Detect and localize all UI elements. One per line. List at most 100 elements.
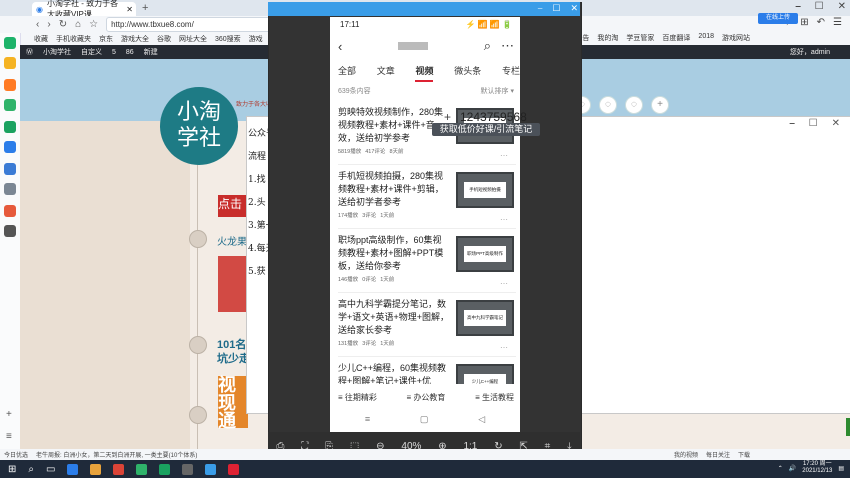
taskbar-app-icon[interactable] bbox=[228, 463, 240, 475]
tab-articles[interactable]: 文章 bbox=[377, 64, 395, 82]
more-icon[interactable]: ⋯ bbox=[500, 343, 508, 352]
video-card[interactable]: 职场ppt高级制作，60集视频教程+素材+图解+PPT模板，送给你参考 146播… bbox=[338, 234, 516, 290]
wordpress-icon[interactable]: Ⓦ bbox=[26, 47, 33, 57]
admin-bar-item[interactable]: 新建 bbox=[144, 47, 158, 57]
taskbar-app-icon[interactable] bbox=[67, 463, 79, 475]
notification-icon[interactable]: ▤ bbox=[838, 465, 844, 472]
url-input[interactable]: http://www.tbxue8.com/ bbox=[106, 17, 283, 32]
tab-close-icon[interactable]: ✕ bbox=[126, 5, 133, 14]
sidebar-game-icon[interactable] bbox=[4, 205, 16, 217]
video-card[interactable]: 高中九科学霸提分笔记，数学+语文+英语+物理+图解，送给家长参考 131播放 3… bbox=[338, 298, 516, 354]
video-card[interactable]: 手机短视频拍摄，280集视频教程+素材+课件+剪辑，送给初学者参考 174播放 … bbox=[338, 170, 516, 226]
back-icon[interactable]: ‹ bbox=[36, 19, 39, 30]
reload-icon[interactable]: ↻ bbox=[59, 19, 67, 30]
close-icon[interactable]: ✕ bbox=[832, 118, 840, 129]
sidebar-doc-icon[interactable] bbox=[4, 183, 16, 195]
status-text[interactable]: 老牛周报: 白洲小女，第二天到白洲开展, 一类主要(10个体系) bbox=[36, 450, 197, 459]
taskbar-wechat-icon[interactable] bbox=[136, 463, 148, 475]
sidebar-p-icon[interactable] bbox=[4, 141, 16, 153]
bookmark-item[interactable]: 谷歌 bbox=[157, 34, 171, 44]
more-icon[interactable]: ⋯ bbox=[500, 215, 508, 224]
taskbar-clock[interactable]: 17:20 周一 2021/12/13 bbox=[802, 461, 832, 475]
more-icon[interactable]: ⋯ bbox=[500, 279, 508, 288]
taskbar-app-icon[interactable] bbox=[205, 463, 217, 475]
bookmark-item[interactable]: 网址大全 bbox=[179, 34, 207, 44]
bookmark-item[interactable]: 学豆管家 bbox=[626, 33, 654, 43]
minimize-icon[interactable]: ⎯ bbox=[538, 3, 543, 14]
sidebar-app-icon[interactable] bbox=[4, 37, 16, 49]
task-view-icon[interactable]: ▭ bbox=[46, 464, 55, 475]
bookmark-item[interactable]: 手机收藏夹 bbox=[56, 34, 91, 44]
course-thumbnail[interactable]: 视 现通 bbox=[218, 376, 248, 430]
status-item[interactable]: 下载 bbox=[738, 450, 750, 459]
timeline-item-title[interactable]: 火龙果 bbox=[217, 233, 247, 248]
tab-all[interactable]: 全部 bbox=[338, 64, 356, 82]
sidebar-tool-icon[interactable] bbox=[4, 225, 16, 237]
bookmark-item[interactable]: 京东 bbox=[99, 34, 113, 44]
sidebar-star-icon[interactable] bbox=[4, 57, 16, 69]
menu-item-life[interactable]: ≡ 生活教程 bbox=[475, 392, 514, 403]
bookmark-item[interactable]: 2018 bbox=[698, 33, 714, 43]
extensions-icon[interactable]: ⊞ bbox=[800, 17, 808, 28]
bookmark-item[interactable]: 百度翻译 bbox=[662, 33, 690, 43]
star-icon[interactable]: ☆ bbox=[89, 19, 98, 30]
undo-icon[interactable]: ↶ bbox=[817, 17, 825, 28]
user-greeting[interactable]: 您好，admin bbox=[790, 47, 830, 57]
more-icon[interactable]: ⋯ bbox=[501, 38, 514, 54]
bookmark-item[interactable]: 360搜索 bbox=[215, 34, 241, 44]
tab-videos[interactable]: 视频 bbox=[415, 64, 434, 82]
bookmark-item[interactable]: 游戏网站 bbox=[722, 33, 750, 43]
sidebar-weibo-icon[interactable] bbox=[4, 79, 16, 91]
online-upload-button[interactable]: 在线上传 bbox=[758, 13, 798, 24]
android-home-icon[interactable]: ▢ bbox=[420, 414, 429, 425]
maximize-icon[interactable]: ☐ bbox=[552, 3, 560, 14]
tab-micro[interactable]: 微头条 bbox=[454, 64, 481, 82]
taskbar-app-icon[interactable] bbox=[182, 463, 194, 475]
sidebar-add-icon[interactable]: + bbox=[6, 409, 12, 420]
admin-bar-item[interactable]: 5 bbox=[112, 49, 116, 56]
sidebar-menu-icon[interactable]: ≡ bbox=[6, 431, 12, 442]
bookmark-item[interactable]: 游戏 bbox=[249, 34, 263, 44]
close-icon[interactable]: ✕ bbox=[838, 1, 846, 12]
volume-icon[interactable]: 🔊 bbox=[789, 465, 796, 472]
new-tab-button[interactable]: + bbox=[142, 2, 148, 14]
sort-dropdown[interactable]: 默认排序 ▾ bbox=[481, 86, 514, 96]
menu-item-office[interactable]: ≡ 办公教育 bbox=[407, 392, 446, 403]
menu-item-past[interactable]: ≡ 往期精彩 bbox=[338, 392, 377, 403]
status-item[interactable]: 我的视频 bbox=[674, 450, 698, 459]
video-card[interactable]: 少儿C++编程，60集视频教程+图解+笔记+课件+优 少儿C++编程 bbox=[338, 362, 516, 384]
admin-bar-item[interactable]: 小淘学社 bbox=[43, 47, 71, 57]
click-button[interactable]: 点击 bbox=[218, 195, 248, 217]
bookmark-item[interactable]: 游戏大全 bbox=[121, 34, 149, 44]
bookmark-item[interactable]: 收藏 bbox=[34, 34, 48, 44]
sidebar-wechat-icon[interactable] bbox=[4, 121, 16, 133]
taskbar-folder-icon[interactable] bbox=[90, 463, 102, 475]
course-thumbnail[interactable] bbox=[218, 256, 248, 312]
maximize-icon[interactable]: ☐ bbox=[815, 1, 824, 12]
tab-columns[interactable]: 专栏 bbox=[502, 64, 520, 82]
admin-bar-item[interactable]: 自定义 bbox=[81, 47, 102, 57]
back-icon[interactable]: ‹ bbox=[338, 39, 342, 54]
status-item[interactable]: 每日关注 bbox=[706, 450, 730, 459]
minimize-icon[interactable]: ⎯ bbox=[796, 1, 801, 12]
taskbar-chrome-icon[interactable] bbox=[113, 463, 125, 475]
menu-icon[interactable]: ☰ bbox=[833, 17, 842, 28]
status-left[interactable]: 今日优选 bbox=[4, 450, 28, 459]
search-icon[interactable]: ⌕ bbox=[28, 464, 34, 475]
forward-icon[interactable]: › bbox=[47, 19, 50, 30]
sidebar-chat-icon[interactable] bbox=[4, 99, 16, 111]
tray-icon[interactable]: ⌃ bbox=[778, 465, 783, 472]
minimize-icon[interactable]: ⎯ bbox=[790, 118, 795, 129]
bookmark-item[interactable]: 我的淘 bbox=[597, 33, 618, 43]
more-icon[interactable]: ⋯ bbox=[500, 151, 508, 160]
sidebar-mail-icon[interactable] bbox=[4, 163, 16, 175]
home-icon[interactable]: ⌂ bbox=[75, 19, 81, 30]
scroll-indicator[interactable] bbox=[846, 418, 850, 436]
site-logo[interactable]: 小淘学社 bbox=[160, 87, 238, 165]
browser-tab-active[interactable]: ◉ 小淘学社 - 致力于各大收藏VIP课 ✕ bbox=[32, 0, 136, 19]
decor-plus-icon[interactable]: + bbox=[651, 96, 669, 114]
android-back-icon[interactable]: ◁ bbox=[478, 414, 485, 425]
android-menu-icon[interactable]: ≡ bbox=[365, 414, 370, 425]
windows-start-icon[interactable]: ⊞ bbox=[8, 464, 16, 475]
maximize-icon[interactable]: ☐ bbox=[809, 118, 818, 129]
